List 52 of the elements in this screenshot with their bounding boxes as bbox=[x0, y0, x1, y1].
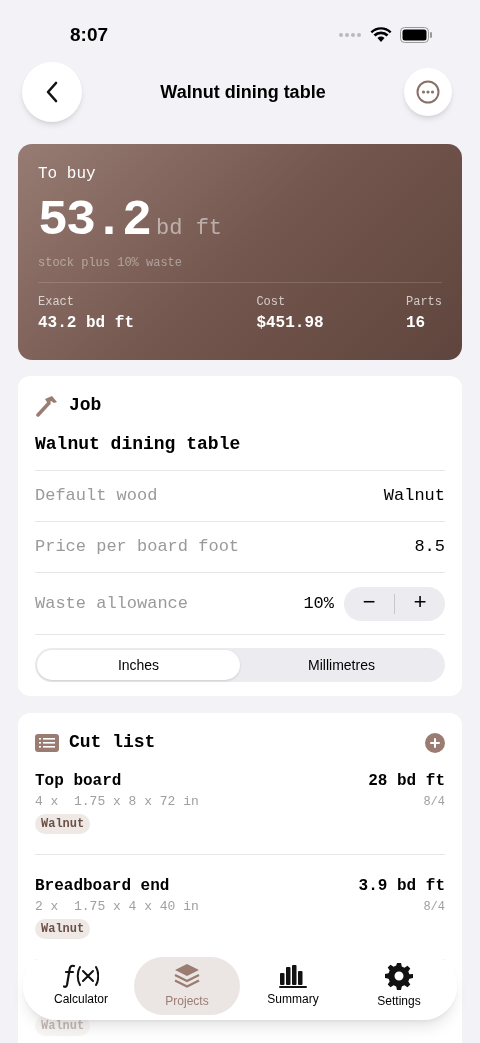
unit-tab[interactable]: Millimetres bbox=[240, 650, 443, 680]
hammer-icon bbox=[35, 394, 59, 417]
bar-chart-icon bbox=[279, 964, 307, 988]
stat-value: 43.2 bd ft bbox=[38, 313, 134, 334]
field-label: Price per board foot bbox=[35, 536, 240, 559]
board-feet: 3.9 bd ft bbox=[358, 876, 445, 897]
stat-label: Parts bbox=[406, 294, 442, 311]
wood-tag: Walnut bbox=[35, 919, 91, 939]
stat-value: $451.98 bbox=[256, 313, 324, 334]
field-value: Walnut bbox=[383, 485, 445, 508]
nav-title: Walnut dining table bbox=[160, 80, 326, 104]
part-dimensions: 2 x 1.75 x 4 x 40 in bbox=[35, 898, 199, 916]
stat-label: Cost bbox=[256, 294, 287, 311]
field-label: Waste allowance bbox=[35, 592, 189, 615]
section-heading: Cut list bbox=[69, 731, 156, 754]
settings-icon bbox=[385, 962, 413, 990]
signal-icon bbox=[338, 32, 362, 38]
battery-icon bbox=[400, 27, 432, 43]
tab-item[interactable]: Summary bbox=[240, 957, 346, 1015]
more-icon bbox=[416, 80, 440, 104]
chevron-left-icon bbox=[45, 81, 59, 103]
more-button[interactable] bbox=[404, 68, 452, 116]
tab-item[interactable]: Calculator bbox=[28, 957, 134, 1015]
plus-button[interactable]: + bbox=[395, 586, 445, 621]
unit-tab[interactable]: Inches bbox=[37, 650, 240, 680]
card-label: To buy bbox=[38, 164, 97, 185]
thickness-label: 8/4 bbox=[423, 794, 445, 811]
thickness-label: 8/4 bbox=[423, 899, 445, 916]
field-label: Default wood bbox=[35, 485, 158, 508]
board-feet: 28 bd ft bbox=[368, 771, 445, 792]
stat-label: Exact bbox=[38, 294, 75, 311]
section-heading: Job bbox=[69, 394, 102, 417]
unit-label: bd ft bbox=[156, 215, 223, 243]
part-dimensions: 4 x 1.75 x 8 x 72 in bbox=[35, 793, 199, 811]
job-name: Walnut dining table bbox=[35, 431, 445, 471]
plus-icon bbox=[430, 737, 440, 748]
status-time: 8:07 bbox=[70, 22, 109, 47]
field-value: 10% bbox=[303, 592, 334, 615]
tab-item[interactable]: Settings bbox=[346, 957, 452, 1015]
part-name: Breadboard end bbox=[35, 876, 170, 897]
total-amount: 53.2 bbox=[38, 196, 151, 246]
part-name: Top board bbox=[35, 771, 122, 792]
add-button[interactable] bbox=[425, 732, 445, 753]
stat-value: 16 bbox=[406, 313, 426, 334]
layers-icon bbox=[173, 962, 201, 990]
list-icon bbox=[35, 733, 59, 752]
function-icon bbox=[63, 964, 99, 988]
field-value: 8.5 bbox=[414, 536, 445, 559]
minus-button[interactable]: − bbox=[344, 586, 394, 621]
waste-note: stock plus 10% waste bbox=[38, 255, 184, 272]
wood-tag: Walnut bbox=[35, 814, 91, 834]
wifi-icon bbox=[370, 27, 392, 43]
